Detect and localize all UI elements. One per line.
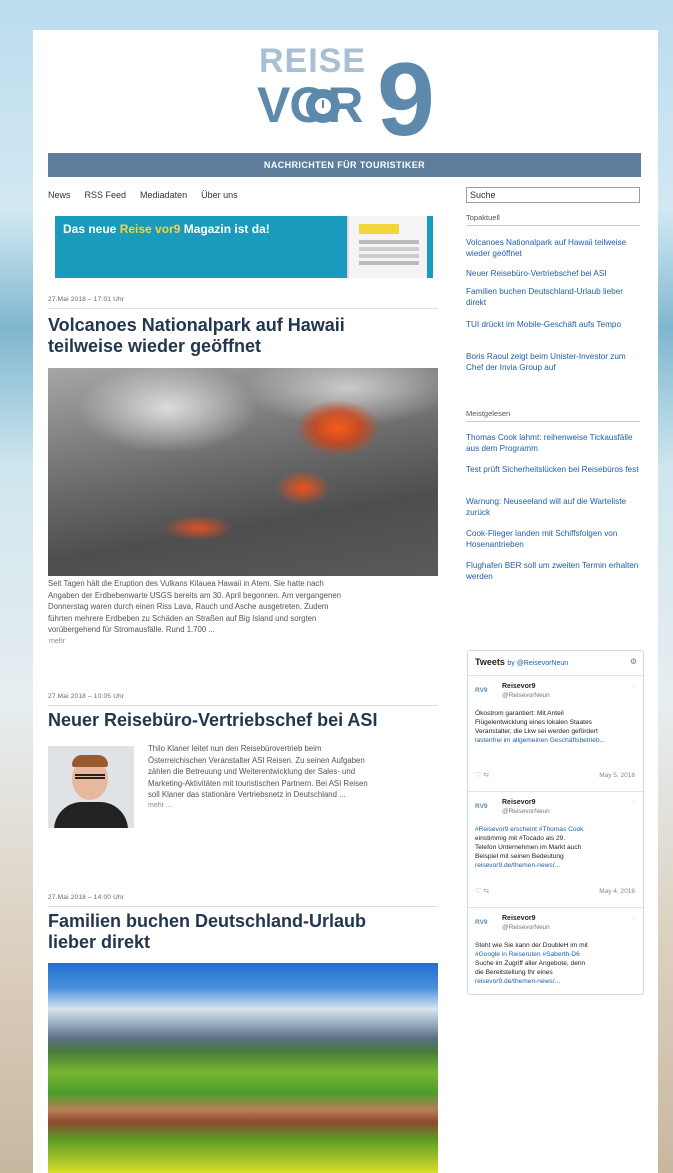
article-title[interactable]: Neuer Reisebüro-Vertriebschef bei ASI: [48, 710, 438, 731]
divider: [48, 308, 438, 309]
tweet-author-handle[interactable]: @ReisevorNeun: [502, 924, 550, 931]
logo-numeral: 9: [377, 42, 435, 158]
article-date: 27.Mai 2018 – 17:01 Uhr: [48, 296, 125, 303]
tagline-banner: NACHRICHTEN FÜR TOURISTIKER: [48, 153, 641, 177]
avatar[interactable]: RV9: [475, 919, 491, 929]
sidebar-item-link[interactable]: Warnung: Neuseeland will auf die Warteli…: [466, 496, 642, 518]
alpine-village-image[interactable]: [48, 963, 438, 1173]
tweet-text: #Reisevor9 erscheint #Thomas Cook einsti…: [475, 826, 584, 869]
twitter-bird-icon: ◌: [630, 915, 635, 922]
sidebar-item-link[interactable]: Thomas Cook lahmt: reihenweise Tickausfä…: [466, 432, 642, 454]
tweet-text: Ökostrom garantiert: Mit Anteil Flügelen…: [475, 710, 606, 744]
sidebar-item-link[interactable]: Volcanoes Nationalpark auf Hawaii teilwe…: [466, 237, 642, 259]
tweet-author-name[interactable]: Reisevor9: [502, 915, 535, 922]
twitter-bird-icon: ◌: [630, 683, 635, 690]
article-teaser: Thilo Klaner leitet nun den Reisebürover…: [148, 744, 368, 799]
read-more-link[interactable]: mehr ...: [148, 802, 172, 809]
sidebar-item-link[interactable]: Cook-Flieger landen mit Schiffsfolgen vo…: [466, 528, 642, 550]
divider: [468, 675, 643, 676]
magazine-ad-title: Das neue Reise vor9 Magazin ist da!: [63, 222, 270, 236]
article-date: 27.Mai 2018 – 14:00 Uhr: [48, 894, 125, 901]
divider: [48, 705, 438, 706]
read-more-link[interactable]: mehr: [49, 638, 65, 645]
divider: [48, 906, 438, 907]
search-input[interactable]: [466, 187, 640, 203]
tweet-author-name[interactable]: Reisevor9: [502, 799, 535, 806]
twitter-bird-icon: ◌: [630, 799, 635, 806]
article-teaser: Seit Tagen hält die Eruption des Vulkans…: [48, 579, 342, 634]
clock-icon: [306, 89, 340, 123]
article-title[interactable]: Volcanoes Nationalpark auf Hawaii teilwe…: [48, 315, 438, 357]
twitter-widget-header: Tweets by @ReisevorNeun: [475, 657, 569, 667]
sidebar-item-link[interactable]: Boris Raoul zeigt beim Unister-Investor …: [466, 351, 642, 373]
main-nav: News RSS Feed Mediadaten Über uns: [48, 190, 238, 206]
sidebar-item-link[interactable]: Neuer Reisebüro-Vertriebschef bei ASI: [466, 268, 642, 279]
divider: [468, 791, 643, 792]
tweet-author-handle[interactable]: @ReisevorNeun: [502, 692, 550, 699]
divider: [466, 225, 640, 226]
sidebar-item-link[interactable]: TUI drückt im Mobile-Geschäft aufs Tempo: [466, 319, 642, 330]
tweet-date[interactable]: May 5, 2018: [599, 772, 635, 779]
tweet-author-handle[interactable]: @ReisevorNeun: [502, 808, 550, 815]
article-title[interactable]: Familien buchen Deutschland-Urlaub liebe…: [48, 911, 438, 953]
sidebar-item-link[interactable]: Familien buchen Deutschland-Urlaub liebe…: [466, 286, 642, 308]
tweet-text: Steht wie Sie kann der DoubleH im mit #G…: [475, 942, 588, 985]
sidebar-section-title: Meistgelesen: [466, 409, 511, 418]
page-container: REISE VOR 9 NACHRICHTEN FÜR TOURISTIKER …: [33, 30, 658, 1173]
person-portrait-image[interactable]: [48, 746, 134, 828]
heart-icon[interactable]: ♡ ⇆: [475, 887, 489, 895]
nav-item-news[interactable]: News: [48, 190, 71, 206]
tweet-author-name[interactable]: Reisevor9: [502, 683, 535, 690]
tweet-date[interactable]: May 4, 2018: [599, 888, 635, 895]
sidebar-item-link[interactable]: Test prüft Sicherheitslücken bei Reisebü…: [466, 464, 642, 475]
avatar[interactable]: RV9: [475, 687, 491, 697]
volcano-lava-image[interactable]: [48, 368, 438, 576]
gear-icon[interactable]: ⚙: [630, 657, 637, 666]
nav-item-ueber-uns[interactable]: Über uns: [201, 190, 238, 206]
nav-item-mediadaten[interactable]: Mediadaten: [140, 190, 187, 206]
twitter-widget: Tweets by @ReisevorNeun ⚙ RV9 Reisevor9 …: [467, 650, 644, 995]
sidebar-item-link[interactable]: Flughafen BER soll um zweiten Termin erh…: [466, 560, 642, 582]
article-date: 27.Mai 2018 – 10:05 Uhr: [48, 693, 125, 700]
heart-icon[interactable]: ♡ ⇆: [475, 771, 489, 779]
avatar[interactable]: RV9: [475, 803, 491, 813]
divider: [466, 421, 640, 422]
reise-vor9-logo[interactable]: REISE VOR 9: [257, 42, 447, 158]
divider: [468, 907, 643, 908]
twitter-handle-link[interactable]: by @ReisevorNeun: [507, 660, 568, 667]
sidebar-section-title: Topaktuell: [466, 213, 500, 222]
magazine-cover-image: [347, 216, 427, 278]
magazine-ad-banner[interactable]: Das neue Reise vor9 Magazin ist da!: [55, 216, 433, 278]
nav-item-rss[interactable]: RSS Feed: [85, 190, 127, 206]
